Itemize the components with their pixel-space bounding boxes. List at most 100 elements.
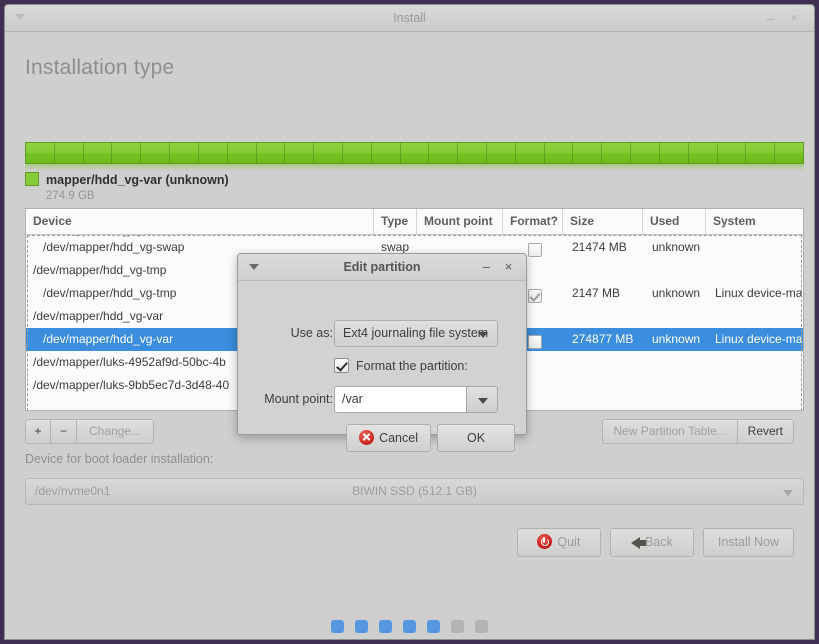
power-icon	[537, 534, 553, 549]
format-checkbox[interactable]	[528, 334, 542, 349]
bootloader-device-select[interactable]: /dev/nvme0n1 BIWIN SSD (512.1 GB)	[25, 478, 804, 505]
table-header-row: Device Type Mount point Format? Size Used Syst…	[26, 209, 803, 235]
window-titlebar: Install – ×	[5, 5, 814, 32]
partition-bar-tick	[55, 143, 84, 163]
column-header-size[interactable]: Size	[563, 209, 643, 234]
partition-bar-tick	[631, 143, 660, 163]
partition-bar-tick	[141, 143, 171, 163]
chevron-down-icon	[478, 398, 488, 404]
partition-bar-tick	[660, 143, 689, 163]
partition-bar-tick	[516, 143, 545, 163]
cell-system: Linux device-ma	[715, 332, 803, 346]
progress-dot	[475, 620, 488, 633]
bootloader-label: Device for boot loader installation:	[25, 452, 214, 466]
partition-bar-tick	[602, 143, 632, 163]
mount-point-dropdown-button[interactable]	[466, 386, 498, 413]
partition-bar-tick	[372, 143, 401, 163]
column-header-format[interactable]: Format?	[503, 209, 563, 234]
chevron-down-icon	[783, 490, 793, 496]
progress-dot	[427, 620, 440, 633]
partition-bar-tick	[573, 143, 603, 163]
partition-bar-tick	[84, 143, 113, 163]
progress-dot	[451, 620, 464, 633]
desktop-background: Install – × Installation type mapper/hdd…	[0, 0, 819, 644]
quit-button-label: Quit	[557, 535, 581, 549]
add-partition-button[interactable]: +	[25, 419, 51, 444]
cell-used: unknown	[652, 332, 701, 346]
use-as-value: Ext4 journaling file system	[343, 326, 489, 340]
cell-size: 274877 MB	[572, 332, 634, 346]
dialog-body: Use as: Ext4 journaling file system Form…	[238, 281, 526, 452]
column-header-device[interactable]: Device	[26, 209, 374, 234]
cell-used: unknown	[652, 286, 701, 300]
partition-bar-segment	[25, 142, 804, 164]
revert-button[interactable]: Revert	[737, 419, 794, 444]
mount-point-label: Mount point:	[264, 392, 333, 406]
back-button[interactable]: Back	[609, 528, 694, 557]
edit-partition-dialog: Edit partition – × Use as: Ext4 journali…	[237, 253, 527, 452]
use-as-label: Use as:	[290, 326, 333, 340]
partition-bar-tick	[170, 143, 199, 163]
close-icon[interactable]: ×	[786, 10, 802, 26]
cell-size: 2147 MB	[572, 286, 621, 300]
new-partition-table-button[interactable]: New Partition Table...	[602, 419, 738, 444]
installer-content: Installation type mapper/hdd_vg-var (unk…	[5, 32, 814, 639]
use-as-select[interactable]: Ext4 journaling file system	[334, 320, 498, 347]
change-partition-button[interactable]: Change...	[77, 419, 155, 444]
partition-bar-tick	[429, 143, 459, 163]
column-header-system[interactable]: System	[706, 209, 803, 234]
remove-partition-button[interactable]: −	[51, 419, 77, 444]
partition-bar-tick	[746, 143, 776, 163]
install-window: Install – × Installation type mapper/hdd…	[4, 4, 815, 640]
cell-device: /dev/mapper/hdd_vg-swap	[26, 235, 374, 242]
dialog-button-bar: Cancel OK	[346, 424, 515, 452]
progress-dot	[355, 620, 368, 633]
partition-bar-tick	[228, 143, 257, 163]
partition-bar-tick	[26, 143, 55, 163]
mount-point-input[interactable]: /var	[334, 386, 466, 413]
dialog-close-icon[interactable]: ×	[501, 259, 516, 275]
page-title: Installation type	[25, 56, 175, 79]
partition-bar-tick	[199, 143, 228, 163]
install-now-button[interactable]: Install Now	[702, 528, 794, 557]
partition-table-actions: New Partition Table... Revert	[602, 419, 794, 444]
format-partition-row[interactable]: Format the partition:	[334, 358, 468, 373]
format-partition-label: Format the partition:	[356, 358, 468, 373]
progress-dots	[5, 620, 814, 633]
progress-dot	[379, 620, 392, 633]
format-checkbox[interactable]	[528, 288, 542, 303]
partition-bar-tick	[401, 143, 430, 163]
partition-bar-tick	[689, 143, 718, 163]
ok-button[interactable]: OK	[437, 424, 515, 452]
partition-bar-tick	[257, 143, 286, 163]
partition-bar-tick	[112, 143, 142, 163]
format-checkbox[interactable]	[528, 242, 542, 257]
minimize-icon[interactable]: –	[762, 10, 778, 26]
progress-dot	[331, 620, 344, 633]
back-button-label: Back	[644, 535, 673, 549]
dialog-minimize-icon[interactable]: –	[479, 259, 494, 275]
legend-color-swatch	[25, 172, 39, 186]
chevron-down-icon	[478, 332, 488, 338]
partition-bar-tick	[285, 143, 315, 163]
partition-bar-tick	[718, 143, 747, 163]
partition-bar-tick	[343, 143, 372, 163]
partition-toolbar: + − Change...	[25, 419, 155, 444]
bootloader-device-description: BIWIN SSD (512.1 GB)	[352, 484, 477, 498]
cancel-icon	[359, 430, 375, 445]
cell-used: unknown	[652, 240, 701, 254]
column-header-type[interactable]: Type	[374, 209, 417, 234]
partition-bar-tick	[458, 143, 487, 163]
legend-partition-name: mapper/hdd_vg-var (unknown)	[46, 173, 229, 187]
format-partition-checkbox[interactable]	[334, 358, 349, 373]
quit-button[interactable]: Quit	[516, 528, 601, 557]
partition-bar-reflection	[25, 164, 804, 171]
partition-bar-tick	[545, 143, 574, 163]
column-header-mount-point[interactable]: Mount point	[417, 209, 503, 234]
cancel-button[interactable]: Cancel	[346, 424, 431, 452]
cell-system: Linux device-ma	[715, 286, 803, 300]
column-header-used[interactable]: Used	[643, 209, 706, 234]
legend-partition-size: 274.9 GB	[46, 190, 95, 202]
arrow-left-icon	[630, 537, 646, 549]
table-row[interactable]: /dev/mapper/hdd_vg-swap	[26, 235, 803, 237]
